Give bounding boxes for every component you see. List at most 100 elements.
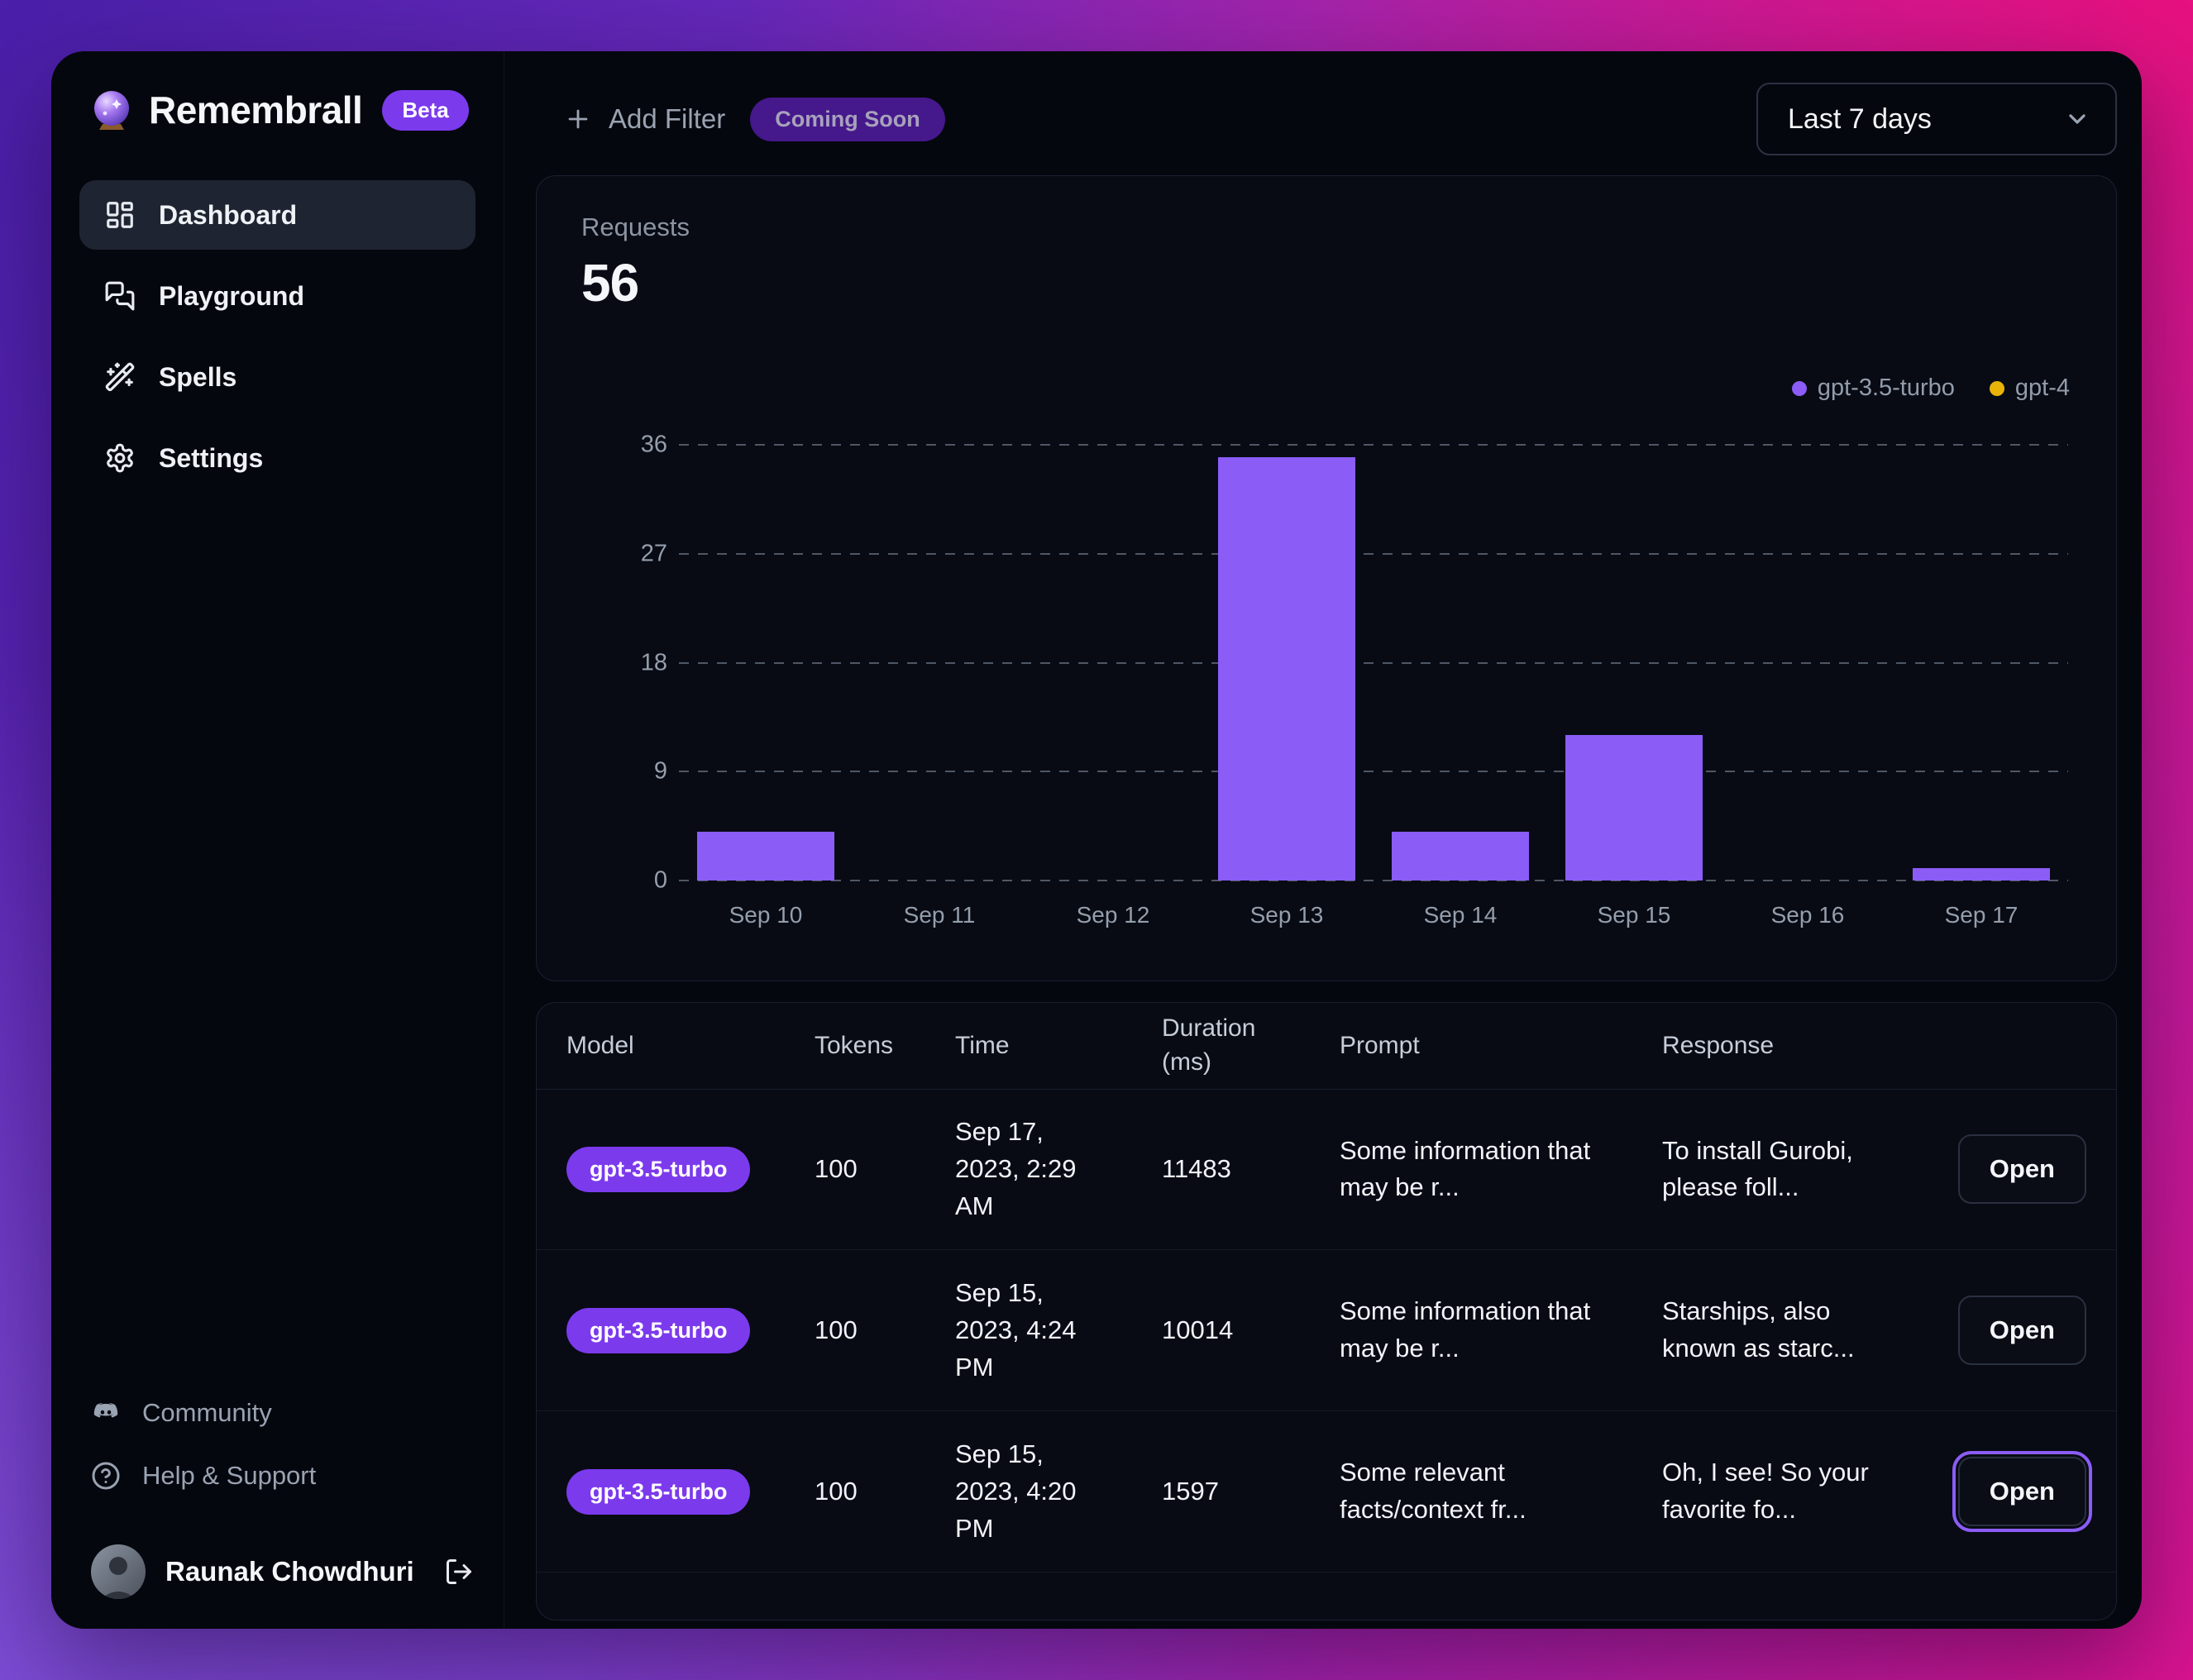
gear-icon	[107, 443, 133, 473]
footer-item-label: Help & Support	[142, 1461, 317, 1490]
table-row: gpt-3.5-turbo 100 Sep 15, 2023, 4:20 PM …	[537, 1411, 2116, 1573]
stat-value: 56	[581, 253, 639, 313]
legend-dot-icon	[1791, 380, 1807, 396]
time-cell: Sep 15, 2023, 4:20 PM	[955, 1439, 1077, 1543]
response-cell: To install Gurobi, please foll...	[1662, 1135, 1853, 1202]
stat-label: Requests	[581, 212, 690, 241]
column-header-model: Model	[566, 1031, 634, 1059]
requests-table-card: Model Tokens Time Duration (ms) Prompt R…	[536, 1002, 2117, 1620]
x-tick-label: Sep 10	[729, 902, 803, 928]
crystal-ball-icon	[94, 91, 129, 130]
open-button[interactable]: Open	[1957, 1296, 2086, 1366]
response-cell: Oh, I see! So your favorite fo...	[1662, 1458, 1869, 1525]
column-header-duration: Duration (ms)	[1162, 1014, 1256, 1076]
sidebar-item-label: Dashboard	[159, 199, 298, 230]
sidebar: Remembrall Beta Dashboard Playground Spe…	[51, 51, 504, 1629]
duration-cell: 10014	[1162, 1315, 1234, 1345]
prompt-cell: Some information that may be r...	[1340, 1296, 1591, 1363]
chart-legend: gpt-3.5-turbo gpt-4	[1791, 375, 2070, 402]
footer-item-label: Community	[142, 1398, 272, 1427]
topbar: Add Filter Coming Soon Last 7 days	[504, 51, 2142, 155]
prompt-cell: Some information that may be r...	[1340, 1135, 1591, 1202]
sidebar-item-community[interactable]: Community	[91, 1386, 475, 1440]
app-window: Remembrall Beta Dashboard Playground Spe…	[51, 51, 2142, 1629]
requests-stat: Requests 56	[581, 212, 690, 313]
column-header-tokens: Tokens	[815, 1031, 894, 1059]
time-cell: Sep 15, 2023, 4:24 PM	[955, 1277, 1077, 1382]
x-tick-label: Sep 11	[903, 902, 976, 928]
y-tick-label: 36	[640, 431, 667, 458]
chart-bar	[1218, 456, 1355, 881]
sidebar-item-settings[interactable]: Settings	[79, 423, 475, 493]
y-tick-label: 18	[640, 649, 667, 675]
discord-icon	[93, 1403, 118, 1418]
add-filter-button[interactable]: Add Filter	[564, 103, 725, 135]
chart-bar	[697, 832, 834, 881]
table-row: gpt-3.5-turbo 100 Sep 15, 2023, 4:24 PM …	[537, 1250, 2116, 1412]
sidebar-footer: Community Help & Support Raunak Chowdhur…	[79, 1386, 475, 1599]
column-header-time: Time	[955, 1031, 1010, 1059]
legend-item: gpt-3.5-turbo	[1791, 375, 1955, 402]
beta-badge: Beta	[382, 89, 469, 131]
legend-item: gpt-4	[1989, 375, 2070, 402]
sidebar-item-label: Playground	[159, 280, 305, 311]
app-title: Remembrall	[149, 88, 363, 131]
x-tick-label: Sep 12	[1076, 902, 1150, 928]
table-row-partial	[537, 1573, 2116, 1620]
sidebar-item-help-support[interactable]: Help & Support	[91, 1449, 475, 1503]
chart-bar	[1565, 735, 1703, 881]
gridline	[679, 552, 2068, 555]
date-range-select[interactable]: Last 7 days	[1756, 83, 2117, 155]
user-avatar	[91, 1544, 146, 1599]
table-row: gpt-3.5-turbo 100 Sep 17, 2023, 2:29 AM …	[537, 1090, 2116, 1251]
chart-bar	[1913, 868, 2050, 881]
magic-wand-icon	[105, 362, 135, 392]
chart-y-axis: 0 9 18 27 36	[570, 432, 667, 894]
y-tick-label: 27	[640, 540, 667, 567]
table-header-row: Model Tokens Time Duration (ms) Prompt R…	[537, 1003, 2116, 1090]
sidebar-item-label: Settings	[159, 442, 264, 473]
date-range-value: Last 7 days	[1788, 103, 1932, 135]
coming-soon-badge: Coming Soon	[750, 97, 945, 141]
open-button[interactable]: Open	[1957, 1134, 2086, 1205]
duration-cell: 1597	[1162, 1477, 1219, 1506]
gridline	[679, 880, 2068, 881]
column-header-prompt: Prompt	[1340, 1031, 1420, 1059]
x-tick-label: Sep 14	[1423, 902, 1498, 928]
column-header-response: Response	[1662, 1031, 1775, 1059]
x-tick-label: Sep 13	[1249, 902, 1324, 928]
logout-icon	[447, 1559, 471, 1584]
user-row[interactable]: Raunak Chowdhuri	[91, 1536, 475, 1599]
gridline	[679, 444, 2068, 446]
chart-plot	[679, 444, 2068, 881]
sidebar-item-label: Spells	[159, 361, 237, 392]
sidebar-nav: Dashboard Playground Spells Settings	[79, 180, 475, 493]
model-badge: gpt-3.5-turbo	[566, 1307, 751, 1353]
prompt-cell: Some relevant facts/⁠context fr...	[1340, 1458, 1526, 1525]
x-tick-label: Sep 16	[1770, 902, 1845, 928]
open-button[interactable]: Open	[1952, 1451, 2093, 1533]
dashboard-icon	[107, 202, 133, 228]
requests-chart-card: Requests 56 gpt-3.5-turbo gpt-4 0 9 18 27 36 …	[536, 175, 2117, 981]
sidebar-item-spells[interactable]: Spells	[79, 342, 475, 412]
time-cell: Sep 17, 2023, 2:29 AM	[955, 1117, 1077, 1220]
logout-button[interactable]	[444, 1557, 474, 1587]
sidebar-item-playground[interactable]: Playground	[79, 261, 475, 331]
duration-cell: 11483	[1162, 1154, 1231, 1184]
y-tick-label: 9	[653, 757, 667, 785]
tokens-cell: 100	[815, 1477, 858, 1506]
model-badge: gpt-3.5-turbo	[566, 1468, 751, 1515]
chevron-down-icon	[2069, 114, 2086, 124]
x-tick-label: Sep 15	[1597, 902, 1671, 928]
main-content: Add Filter Coming Soon Last 7 days Reque…	[504, 51, 2142, 1629]
x-tick-label: Sep 17	[1944, 902, 2019, 928]
legend-label: gpt-3.5-turbo	[1817, 375, 1955, 401]
user-name: Raunak Chowdhuri	[165, 1556, 414, 1587]
tokens-cell: 100	[815, 1154, 858, 1184]
gridline	[679, 661, 2068, 664]
sidebar-item-dashboard[interactable]: Dashboard	[79, 180, 475, 250]
help-circle-icon	[92, 1462, 120, 1490]
add-filter-label: Add Filter	[609, 103, 726, 134]
model-badge: gpt-3.5-turbo	[566, 1146, 751, 1192]
y-tick-label: 0	[653, 866, 667, 894]
